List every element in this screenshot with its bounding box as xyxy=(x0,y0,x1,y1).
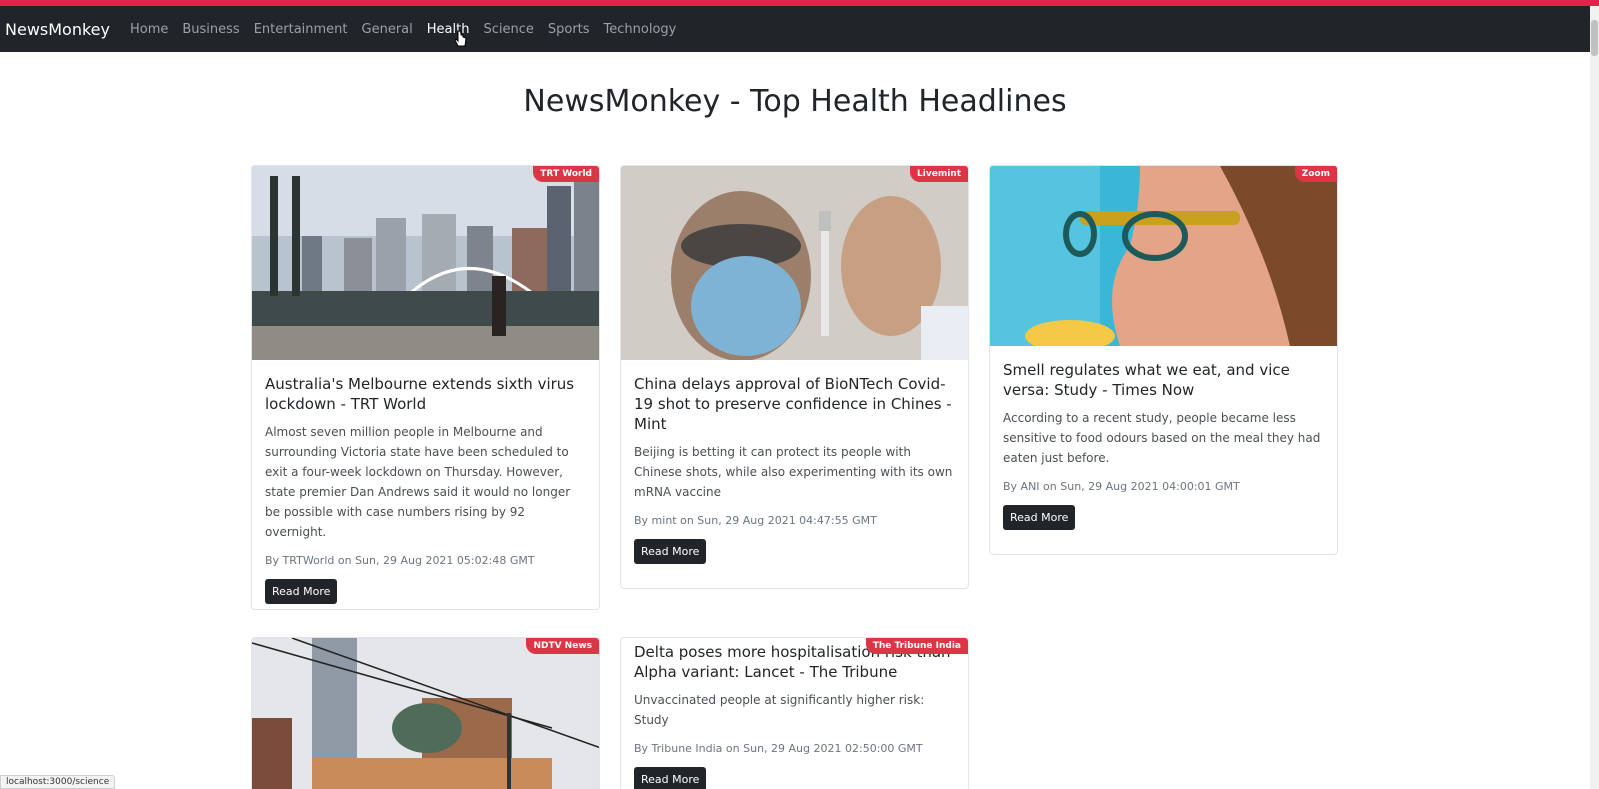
news-image: Zoom xyxy=(990,166,1337,346)
read-more-button[interactable]: Read More xyxy=(634,767,707,789)
news-title: Australia's Melbourne extends sixth viru… xyxy=(265,375,575,413)
news-card: NDTV News xyxy=(251,637,600,789)
news-meta: By mint on Sun, 29 Aug 2021 04:47:55 GMT xyxy=(634,514,877,527)
page-scrollbar[interactable] xyxy=(1590,6,1599,789)
news-image: TRT World xyxy=(252,166,599,360)
news-meta: By ANI on Sun, 29 Aug 2021 04:00:01 GMT xyxy=(1003,480,1240,493)
brand-logo[interactable]: NewsMonkey xyxy=(0,20,110,39)
navbar: NewsMonkey Home Business Entertainment G… xyxy=(0,6,1590,52)
news-card: TRT World Australia's Melbourne extends … xyxy=(251,165,600,610)
news-image: NDTV News xyxy=(252,638,599,789)
news-title: Smell regulates what we eat, and vice ve… xyxy=(1003,361,1290,399)
source-badge: TRT World xyxy=(533,166,599,182)
news-card: Livemint China delays approval of BioNTe… xyxy=(620,165,969,589)
nav-link-technology[interactable]: Technology xyxy=(604,22,677,37)
news-title: China delays approval of BioNTech Covid-… xyxy=(634,375,952,433)
source-badge: The Tribune India xyxy=(865,638,968,654)
news-card: Zoom Smell regulates what we eat, and vi… xyxy=(989,165,1338,555)
news-meta: By Tribune India on Sun, 29 Aug 2021 02:… xyxy=(634,742,923,755)
source-badge: Zoom xyxy=(1294,166,1337,182)
news-description: Beijing is betting it can protect its pe… xyxy=(634,445,953,499)
read-more-button[interactable]: Read More xyxy=(265,579,338,604)
read-more-button[interactable]: Read More xyxy=(1003,505,1076,530)
news-image: Livemint xyxy=(621,166,968,360)
read-more-button[interactable]: Read More xyxy=(634,539,707,564)
source-badge: Livemint xyxy=(910,166,968,182)
nav-link-home[interactable]: Home xyxy=(130,22,168,37)
nav-link-science[interactable]: Science xyxy=(483,22,533,37)
nav-link-sports[interactable]: Sports xyxy=(548,22,590,37)
news-card: The Tribune India Delta poses more hospi… xyxy=(620,637,969,789)
source-badge: NDTV News xyxy=(526,638,599,654)
status-bar-url: localhost:3000/science xyxy=(0,775,116,789)
hand-cursor-icon xyxy=(455,30,467,47)
nav-link-general[interactable]: General xyxy=(362,22,413,37)
news-meta: By TRTWorld on Sun, 29 Aug 2021 05:02:48… xyxy=(265,554,535,567)
news-description: Unvaccinated people at significantly hig… xyxy=(634,693,925,727)
nav-link-business[interactable]: Business xyxy=(182,22,239,37)
scrollbar-thumb[interactable] xyxy=(1591,20,1598,56)
nav-link-entertainment[interactable]: Entertainment xyxy=(254,22,348,37)
page-title: NewsMonkey - Top Health Headlines xyxy=(523,84,1067,119)
news-description: Almost seven million people in Melbourne… xyxy=(265,425,571,539)
news-description: According to a recent study, people beca… xyxy=(1003,411,1321,465)
